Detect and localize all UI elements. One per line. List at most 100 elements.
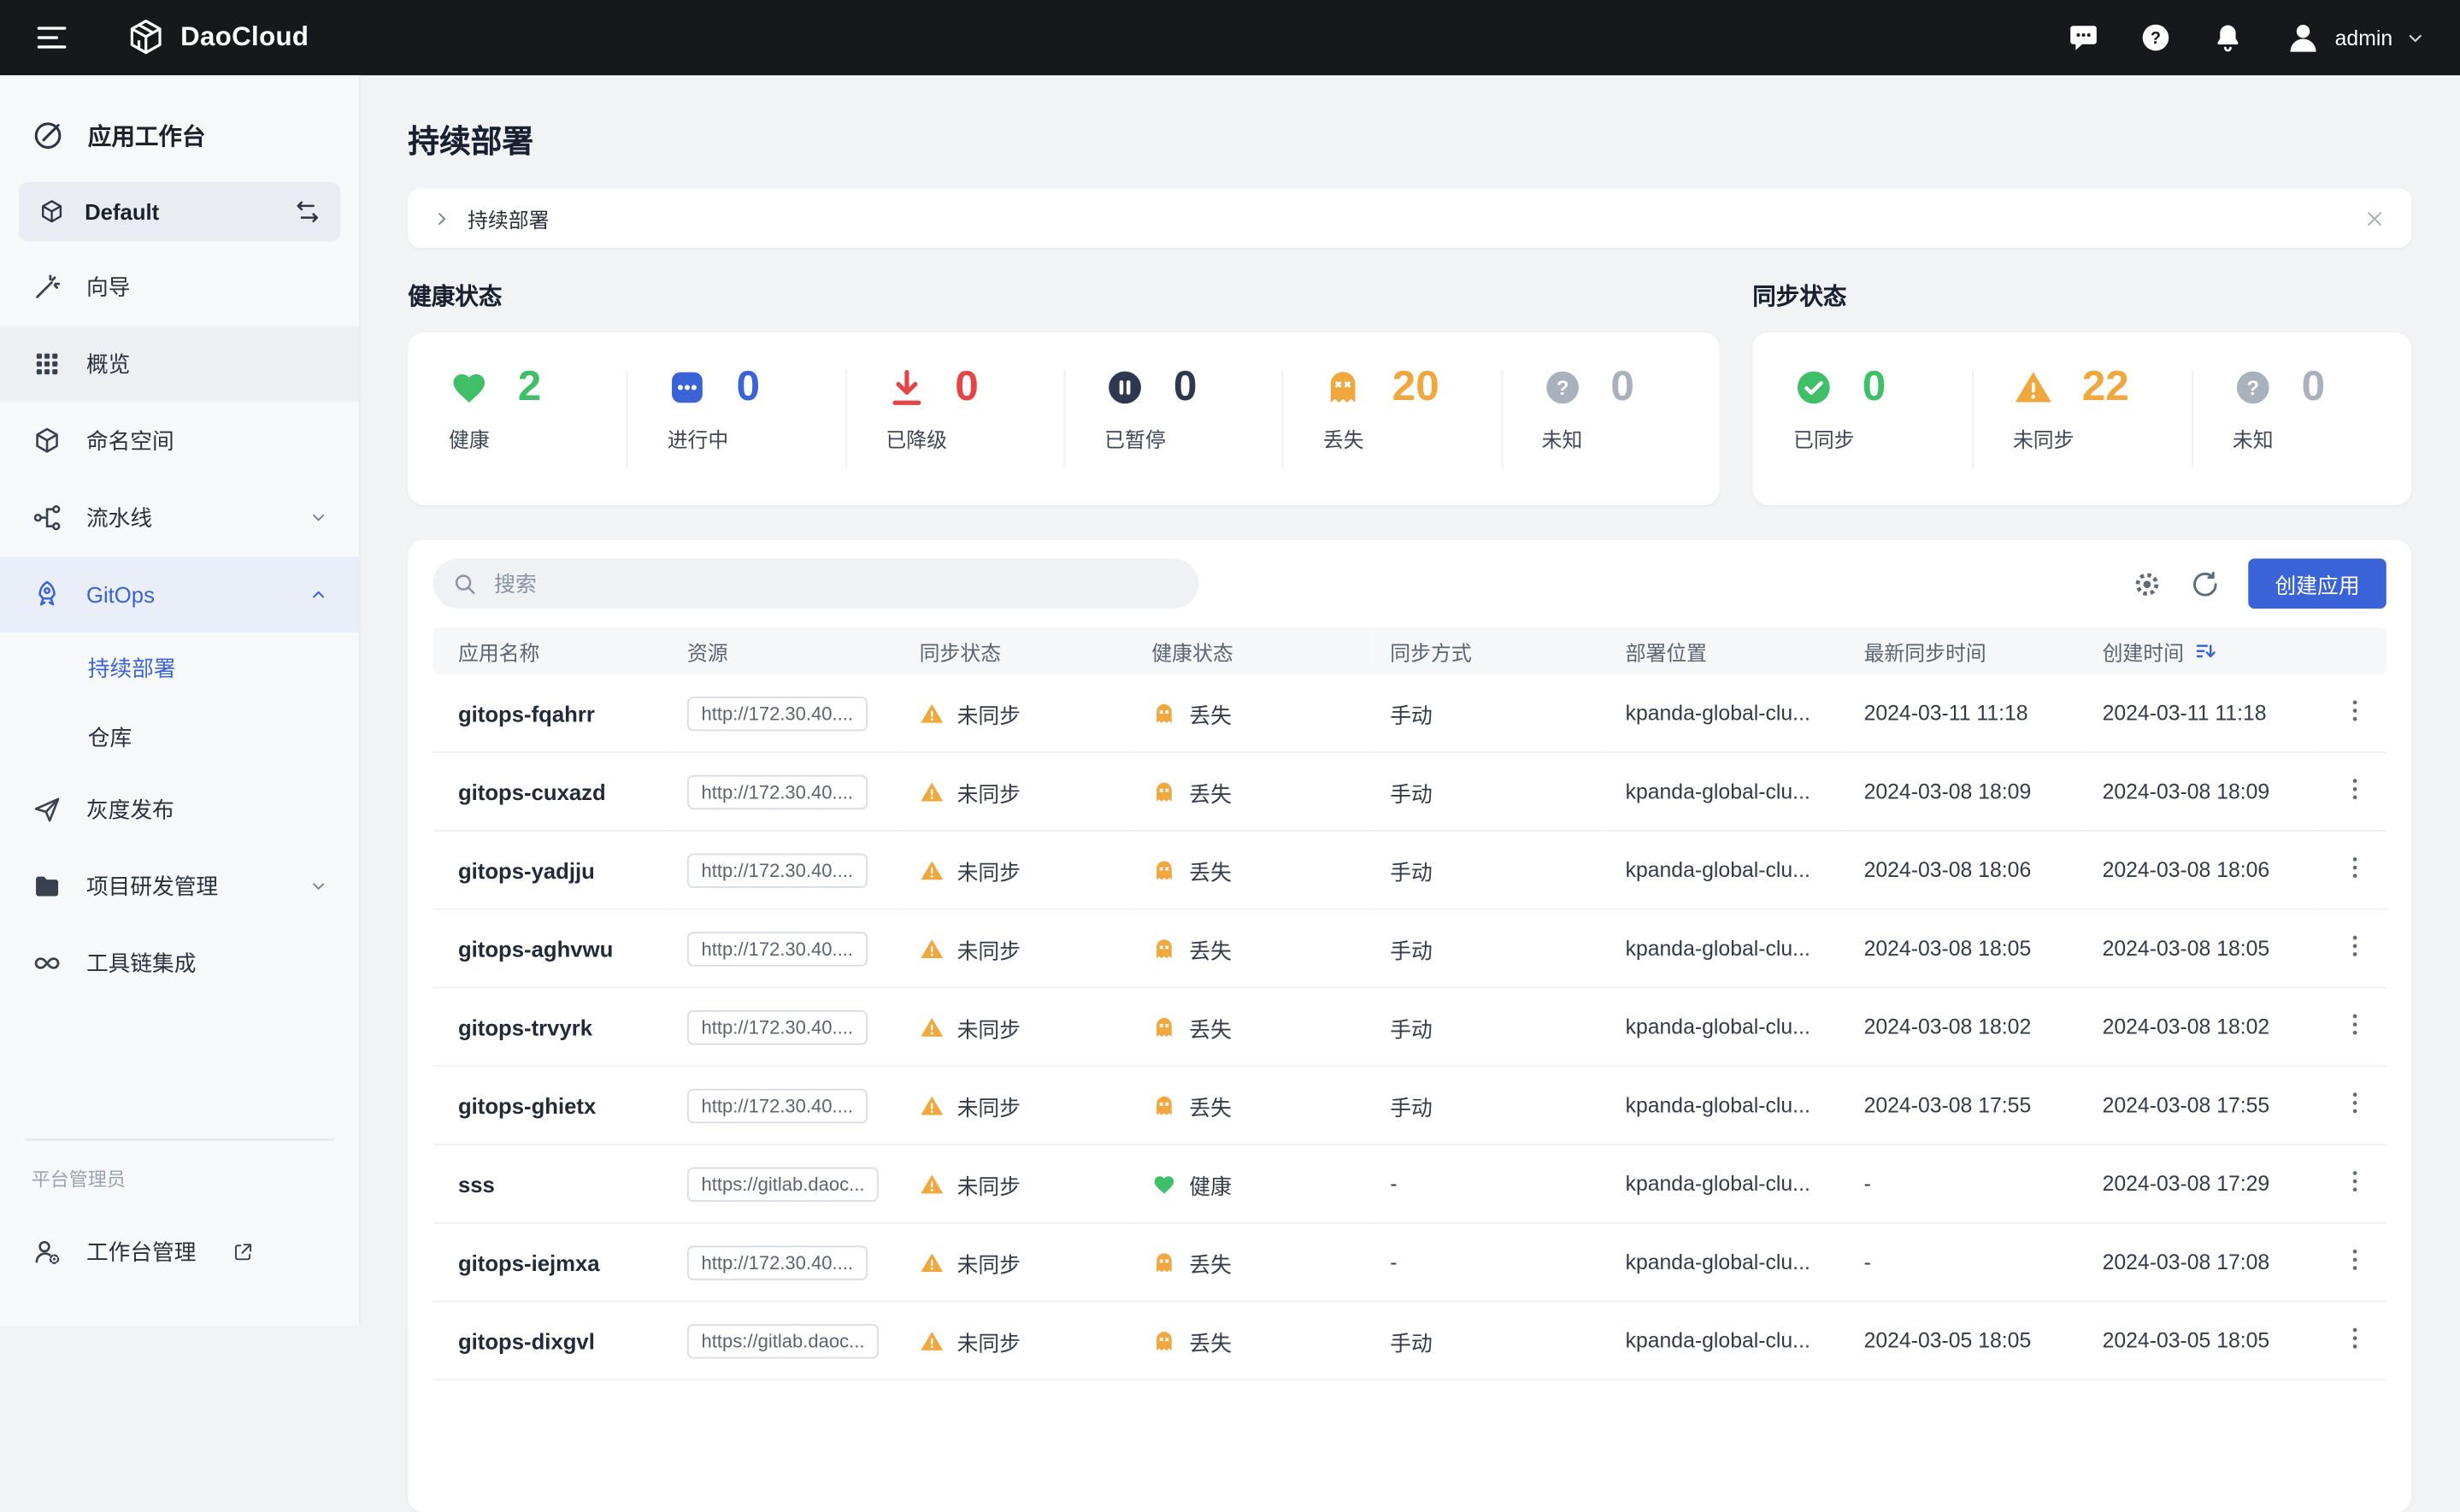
row-actions-button[interactable] [2340,854,2369,882]
deploy-location: kpanda-global-clu... [1607,909,1845,988]
health-status-label: 丢失 [1189,854,1232,885]
out-of-sync-icon [920,1171,945,1196]
brand-name: DaoCloud [180,22,309,54]
person-gear-icon [32,1236,63,1268]
search-input[interactable] [491,570,1180,597]
column-header[interactable]: 部署位置 [1607,627,1845,674]
workbench-label: 应用工作台 [88,119,206,152]
sidebar-item-label: 向导 [86,272,130,303]
menu-toggle-icon[interactable] [34,21,68,55]
resource-tag: http://172.30.40.... [687,1244,868,1279]
column-header[interactable]: 健康状态 [1133,627,1371,674]
brand[interactable]: DaoCloud [126,17,309,58]
row-actions-button[interactable] [2340,775,2369,803]
sidebar-item-app-workbench[interactable]: 应用工作台 [0,100,359,169]
row-actions-button[interactable] [2340,1089,2369,1117]
app-name-link[interactable]: gitops-iejmxa [458,1250,600,1274]
app-name-link[interactable]: gitops-dixgvl [458,1328,595,1353]
deploy-location: kpanda-global-clu... [1607,1223,1845,1302]
sidebar-item-gray-release[interactable]: 灰度发布 [0,772,359,847]
health-status-section: 健康状态 2健康0进行中0已降级0已暂停20丢失?0未知 [408,279,1719,505]
row-actions-button[interactable] [2340,932,2369,960]
resource-tag: http://172.30.40.... [687,696,868,730]
stat-unknown: ?0未知 [2192,332,2411,505]
app-shell: 应用工作台 Default 向导 概览 命名空间 流水线 [0,75,2460,1326]
sidebar-item-wizard[interactable]: 向导 [0,250,359,325]
app-name-link[interactable]: sss [458,1171,495,1196]
sort-created-icon[interactable] [2193,638,2218,663]
app-name-link[interactable]: gitops-fqahrr [458,701,595,726]
sidebar-item-workbench-admin[interactable]: 工作台管理 [0,1215,359,1290]
column-header[interactable]: 资源 [668,627,901,674]
sidebar-item-toolchain[interactable]: 工具链集成 [0,926,359,1001]
refresh-icon[interactable] [2190,568,2220,598]
sidebar-item-overview[interactable]: 概览 [0,327,359,402]
row-actions-button[interactable] [2340,1168,2369,1196]
sidebar-item-label: 项目研发管理 [86,871,218,903]
last-sync-time: 2024-03-08 18:09 [1845,752,2084,831]
settings-icon[interactable] [2132,568,2162,598]
app-name-link[interactable]: gitops-trvyrk [458,1015,592,1039]
stat-missing: 20 丢失 [1282,332,1501,505]
last-sync-time: 2024-03-08 18:05 [1845,909,2084,988]
sidebar-item-gitops[interactable]: GitOps [0,557,359,632]
messages-icon[interactable] [2069,22,2100,54]
health-status-label: 丢失 [1189,1011,1232,1043]
sidebar-item-pipelines[interactable]: 流水线 [0,480,359,556]
created-time: 2024-03-11 11:18 [2084,674,2316,752]
create-app-button[interactable]: 创建应用 [2248,558,2386,609]
row-actions-button[interactable] [2340,1324,2369,1352]
sidebar-child-label: 仓库 [88,721,132,753]
created-time: 2024-03-08 18:02 [2084,987,2316,1066]
resource-tag: http://172.30.40.... [687,1009,868,1044]
avatar-icon [2285,19,2322,56]
stat-value: 0 [1610,366,1634,409]
app-name-link[interactable]: gitops-aghvwu [458,936,613,961]
column-header[interactable]: 同步方式 [1371,627,1606,674]
row-actions-button[interactable] [2340,1010,2369,1038]
created-time: 2024-03-08 18:06 [2084,831,2316,909]
column-header[interactable]: 应用名称 [433,627,668,674]
workspace-selector[interactable]: Default [19,182,340,242]
stat-degraded: 0已降级 [845,332,1064,505]
sync-status-label: 未同步 [957,1090,1021,1121]
sidebar-item-project-management[interactable]: 项目研发管理 [0,849,359,924]
column-header[interactable]: 最新同步时间 [1845,627,2084,674]
health-status-label: 丢失 [1189,932,1232,964]
sync-status-label: 未同步 [957,776,1021,808]
app-name-link[interactable]: gitops-cuxazd [458,779,606,803]
resource-tag: http://172.30.40.... [687,931,868,965]
notifications-icon[interactable] [2212,22,2244,54]
app-name-link[interactable]: gitops-yadjju [458,857,595,882]
stat-value: 22 [2082,366,2129,409]
row-actions-button[interactable] [2340,1245,2369,1274]
stat-label: 丢失 [1323,424,1501,454]
sync-status-label: 未同步 [957,1246,1021,1278]
sidebar-item-label: 灰度发布 [86,794,174,826]
created-time: 2024-03-08 18:09 [2084,752,2316,831]
sync-mode: 手动 [1371,987,1606,1066]
row-actions-button[interactable] [2340,697,2369,725]
user-menu[interactable]: admin [2285,19,2426,56]
chevron-down-icon [2405,27,2426,48]
sidebar-item-namespaces[interactable]: 命名空间 [0,403,359,479]
sidebar-item-repositories[interactable]: 仓库 [0,703,359,772]
stat-value: 0 [736,366,760,409]
column-header[interactable]: 创建时间 [2084,627,2316,674]
resource-tag: https://gitlab.daoc... [687,1323,879,1357]
ghost-icon [1151,779,1176,803]
column-header[interactable]: 同步状态 [901,627,1133,674]
search-box[interactable] [433,558,1199,609]
health-status-label: 丢失 [1189,1246,1232,1278]
close-icon[interactable] [2363,206,2386,230]
stat-value: 20 [1392,366,1439,409]
table-row: gitops-cuxazdhttp://172.30.40....未同步丢失手动… [433,752,2386,831]
app-name-link[interactable]: gitops-ghietx [458,1092,596,1117]
sidebar-item-continuous-deployment[interactable]: 持续部署 [0,634,359,703]
chevron-up-icon [309,585,328,604]
expand-icon[interactable] [433,209,450,227]
switch-workspace-icon[interactable] [293,197,321,226]
healthy-icon [449,367,490,408]
help-icon[interactable]: ? [2140,22,2172,54]
synced-icon [1793,367,1834,408]
